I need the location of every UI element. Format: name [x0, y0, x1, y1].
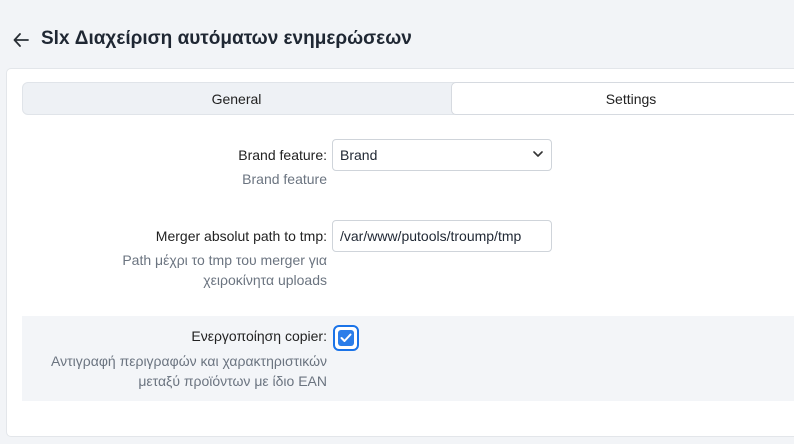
check-icon	[340, 333, 352, 342]
arrow-left-icon	[13, 33, 29, 47]
page-title: Slx Διαχείριση αυτόματων ενημερώσεων	[41, 28, 412, 49]
tab-settings[interactable]: Settings	[451, 82, 794, 115]
tab-general[interactable]: General	[23, 83, 450, 114]
merger-path-help-2: χειροκίνητα uploads	[203, 272, 327, 288]
brand-feature-help: Brand feature	[242, 171, 327, 187]
merger-path-help-1: Path μέχρι το tmp του merger για	[122, 252, 327, 268]
tab-bar: General Settings	[22, 82, 794, 115]
merger-path-input[interactable]: /var/www/putools/troump/tmp	[332, 220, 552, 252]
copier-label: Ενεργοποίηση copier:	[191, 328, 327, 344]
chevron-down-icon	[533, 151, 543, 157]
merger-path-label: Merger absolut path to tmp:	[155, 228, 327, 244]
page-header: Slx Διαχείριση αυτόματων ενημερώσεων	[0, 0, 794, 68]
brand-feature-value: Brand	[340, 147, 378, 163]
merger-path-row: Merger absolut path to tmp: Path μέχρι τ…	[22, 220, 794, 290]
brand-feature-label: Brand feature:	[238, 147, 327, 163]
copier-help-2: μεταξύ προϊόντων με ίδιο EAN	[138, 373, 327, 389]
copier-checkbox[interactable]	[333, 325, 359, 351]
copier-help-1: Αντιγραφή περιγραφών και χαρακτηριστικών	[51, 353, 327, 369]
brand-feature-select[interactable]: Brand	[332, 139, 552, 171]
copier-row: Ενεργοποίηση copier: Αντιγραφή περιγραφώ…	[22, 316, 794, 401]
back-button[interactable]	[12, 30, 30, 50]
checkbox-fill	[338, 330, 354, 346]
settings-card: General Settings Brand feature: Brand fe…	[6, 68, 794, 437]
brand-feature-row: Brand feature: Brand feature Brand	[22, 139, 794, 199]
